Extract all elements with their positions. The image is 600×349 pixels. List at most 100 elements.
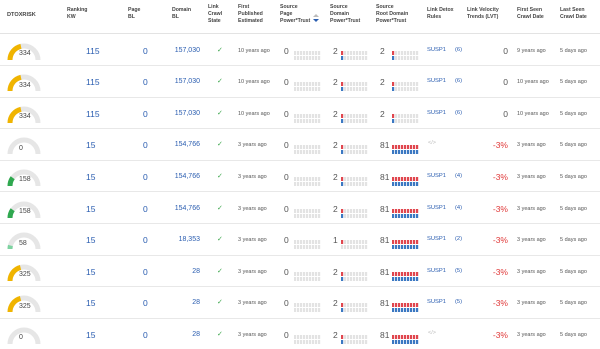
- lvt-value: 0: [503, 77, 508, 88]
- rule-link[interactable]: SUSP1: [427, 268, 446, 274]
- header-domain-bl[interactable]: Domain BL: [172, 7, 191, 21]
- domain-pt-bar-graph: [341, 303, 368, 313]
- header-link-crawl-state[interactable]: Link Crawl State: [208, 4, 222, 26]
- first-seen-value: 3 years ago: [517, 205, 546, 212]
- domain-bl-value[interactable]: 18,353: [179, 236, 200, 243]
- page-pt-value: 0: [284, 203, 289, 214]
- table-header: DTOXRISK Ranking KW Page BL Domain BL Li…: [0, 0, 600, 34]
- ranking-kw-value[interactable]: 15: [86, 204, 95, 214]
- header-source-root-domain-pt[interactable]: Source Root Domain Power*Trust: [376, 4, 408, 26]
- domain-pt-bar-graph: [341, 240, 368, 250]
- header-link-velocity[interactable]: Link Velocity Trends (LVT): [467, 7, 499, 21]
- first-seen-value: 10 years ago: [517, 110, 549, 117]
- ranking-kw-value[interactable]: 15: [86, 267, 95, 277]
- first-seen-value: 3 years ago: [517, 268, 546, 275]
- root-pt-bars: [392, 299, 419, 317]
- root-pt-bar-graph: [392, 303, 419, 313]
- rule-link[interactable]: SUSP1: [427, 110, 446, 116]
- header-ranking-kw[interactable]: Ranking KW: [67, 7, 87, 21]
- lvt-value: -3%: [492, 266, 508, 277]
- crawl-ok-icon: ✓: [217, 330, 223, 338]
- rule-count[interactable]: (6): [455, 110, 462, 116]
- rule-link[interactable]: SUSP1: [427, 78, 446, 84]
- header-lv-line2: Trends (LVT): [467, 14, 499, 21]
- domain-pt-value: 1: [333, 235, 338, 246]
- page-bl-value[interactable]: 0: [143, 109, 148, 119]
- sort-icon[interactable]: [313, 14, 319, 22]
- header-first-seen[interactable]: First Seen Crawl Date: [517, 7, 544, 21]
- rule-count[interactable]: (5): [455, 299, 462, 305]
- header-dtoxrisk[interactable]: DTOXRISK: [7, 12, 36, 19]
- rule-count[interactable]: (4): [455, 173, 462, 179]
- domain-bl-value[interactable]: 154,766: [175, 141, 200, 148]
- ranking-kw-value[interactable]: 15: [86, 330, 95, 340]
- rule-link[interactable]: SUSP1: [427, 236, 446, 242]
- lvt-value: 0: [503, 108, 508, 119]
- rule-count[interactable]: (4): [455, 205, 462, 211]
- root-pt-bars: [392, 78, 419, 96]
- rule-link[interactable]: SUSP1: [427, 299, 446, 305]
- domain-bl-value[interactable]: 157,030: [175, 110, 200, 117]
- header-page-bl[interactable]: Page BL: [128, 7, 140, 21]
- domain-pt-value: 2: [333, 171, 338, 182]
- table-row[interactable]: 334 115 0 157,030 ✓ 10 years ago 0 2 2 S…: [0, 35, 600, 67]
- page-pt-bars: [294, 47, 321, 65]
- table-row[interactable]: 0 15 0 28 ✓ 3 years ago 0 2 81 </> -3% 3…: [0, 319, 600, 349]
- domain-bl-value[interactable]: 28: [192, 268, 200, 275]
- ranking-kw-value[interactable]: 115: [86, 46, 100, 56]
- header-first-published[interactable]: First Published Estimated: [238, 4, 263, 26]
- header-last-seen[interactable]: Last Seen Crawl Date: [560, 7, 587, 21]
- table-row[interactable]: 334 115 0 157,030 ✓ 10 years ago 0 2 2 S…: [0, 98, 600, 130]
- ranking-kw-value[interactable]: 115: [86, 109, 100, 119]
- page-bl-value[interactable]: 0: [143, 330, 148, 340]
- rule-count[interactable]: (2): [455, 236, 462, 242]
- page-bl-value[interactable]: 0: [143, 298, 148, 308]
- domain-bl-value[interactable]: 157,030: [175, 47, 200, 54]
- last-seen-value: 5 days ago: [560, 205, 587, 212]
- ranking-kw-value[interactable]: 15: [86, 235, 95, 245]
- rule-link[interactable]: SUSP1: [427, 47, 446, 53]
- domain-pt-bars: [341, 47, 368, 65]
- rule-count[interactable]: (6): [455, 78, 462, 84]
- page-pt-bars: [294, 78, 321, 96]
- table-row[interactable]: 58 15 0 18,353 ✓ 3 years ago 0 1 81 SUSP…: [0, 224, 600, 256]
- ranking-kw-value[interactable]: 115: [86, 77, 100, 87]
- page-bl-value[interactable]: 0: [143, 172, 148, 182]
- page-bl-value[interactable]: 0: [143, 46, 148, 56]
- rule-count[interactable]: (5): [455, 268, 462, 274]
- domain-bl-value[interactable]: 157,030: [175, 78, 200, 85]
- domain-pt-bars: [341, 78, 368, 96]
- table-row[interactable]: 325 15 0 28 ✓ 3 years ago 0 2 81 SUSP1 (…: [0, 287, 600, 319]
- page-pt-bar-graph: [294, 82, 321, 92]
- ranking-kw-value[interactable]: 15: [86, 298, 95, 308]
- page-bl-value[interactable]: 0: [143, 267, 148, 277]
- rule-count[interactable]: (6): [455, 47, 462, 53]
- risk-value: 0: [19, 144, 23, 152]
- page-bl-value[interactable]: 0: [143, 204, 148, 214]
- page-pt-bar-graph: [294, 240, 321, 250]
- domain-bl-value[interactable]: 28: [192, 299, 200, 306]
- domain-pt-bars: [341, 205, 368, 223]
- root-pt-value: 2: [380, 77, 385, 88]
- table-row[interactable]: 0 15 0 154,766 ✓ 3 years ago 0 2 81 </> …: [0, 129, 600, 161]
- domain-bl-value[interactable]: 154,766: [175, 205, 200, 212]
- last-seen-value: 5 days ago: [560, 110, 587, 117]
- header-source-domain-pt[interactable]: Source Domain Power*Trust: [330, 4, 360, 26]
- domain-bl-value[interactable]: 154,766: [175, 173, 200, 180]
- rule-link[interactable]: SUSP1: [427, 205, 446, 211]
- page-bl-value[interactable]: 0: [143, 140, 148, 150]
- header-link-detox-rules[interactable]: Link Detox Rules: [427, 7, 454, 21]
- table-row[interactable]: 334 115 0 157,030 ✓ 10 years ago 0 2 2 S…: [0, 66, 600, 98]
- domain-bl-value[interactable]: 28: [192, 331, 200, 338]
- ranking-kw-value[interactable]: 15: [86, 140, 95, 150]
- ranking-kw-value[interactable]: 15: [86, 172, 95, 182]
- header-source-page-pt[interactable]: Source Page Power*Trust: [280, 4, 310, 26]
- first-published-value: 3 years ago: [238, 331, 267, 338]
- table-row[interactable]: 325 15 0 28 ✓ 3 years ago 0 2 81 SUSP1 (…: [0, 256, 600, 288]
- table-row[interactable]: 158 15 0 154,766 ✓ 3 years ago 0 2 81 SU…: [0, 161, 600, 193]
- domain-pt-value: 2: [333, 45, 338, 56]
- rule-link[interactable]: SUSP1: [427, 173, 446, 179]
- page-bl-value[interactable]: 0: [143, 77, 148, 87]
- page-bl-value[interactable]: 0: [143, 235, 148, 245]
- table-row[interactable]: 158 15 0 154,766 ✓ 3 years ago 0 2 81 SU…: [0, 193, 600, 225]
